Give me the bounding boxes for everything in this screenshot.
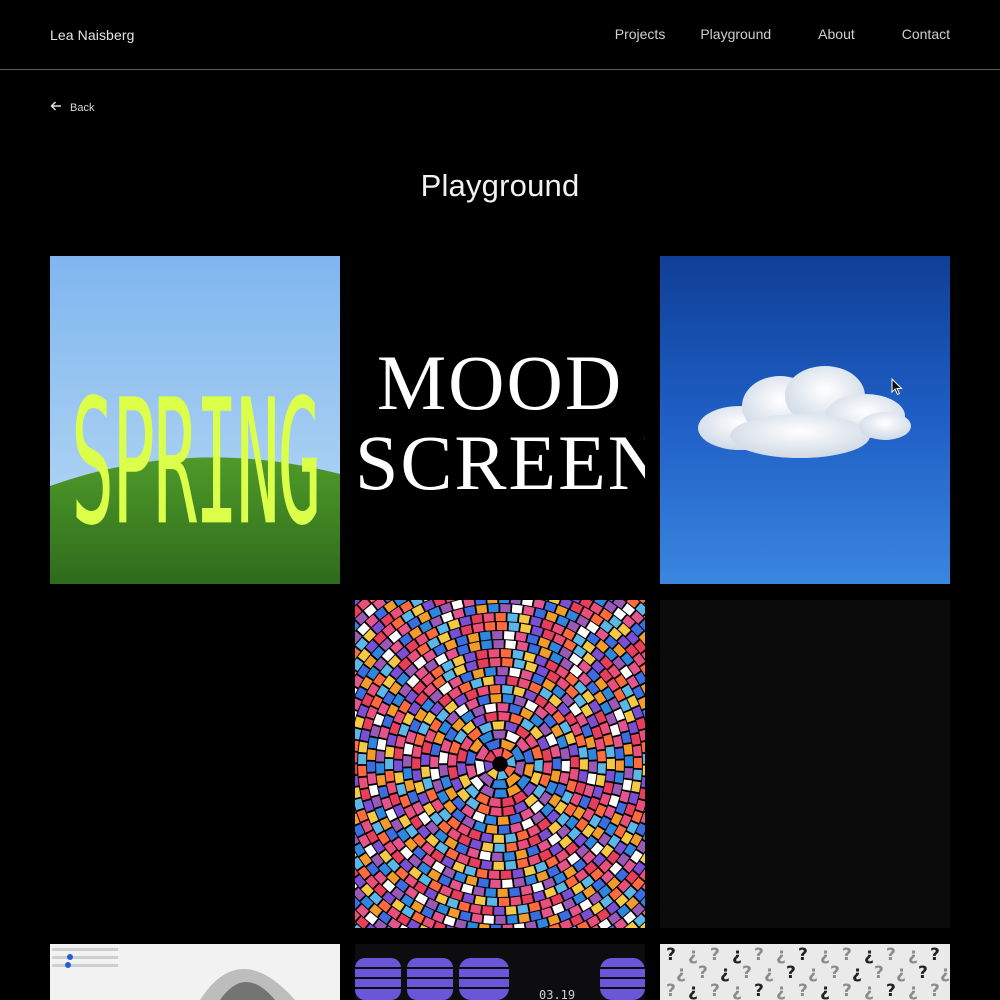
svg-text:?: ? [930, 981, 940, 1000]
cursor-icon [891, 377, 903, 396]
project-tile-blank[interactable] [50, 600, 340, 928]
svg-text:?: ? [798, 981, 808, 1000]
site-logo[interactable]: Lea Naisberg [50, 27, 134, 43]
project-tile-cloud[interactable] [660, 256, 950, 584]
project-tile-dots[interactable] [50, 944, 340, 1000]
svg-text:¿: ¿ [720, 963, 730, 983]
svg-text:¿: ¿ [688, 981, 698, 1000]
spiral-image [355, 600, 645, 928]
svg-text:?: ? [874, 963, 884, 983]
svg-text:?: ? [842, 945, 852, 965]
svg-text:?: ? [830, 963, 840, 983]
svg-text:¿: ¿ [908, 945, 918, 965]
svg-text:?: ? [742, 963, 752, 983]
project-tile-spiral[interactable] [355, 600, 645, 928]
svg-text:?: ? [710, 945, 720, 965]
svg-text:?: ? [886, 981, 896, 1000]
poster-date: 03.19 [539, 988, 576, 1000]
svg-text:¿: ¿ [764, 963, 774, 983]
mood-line1: MOOD [376, 339, 624, 426]
svg-text:¿: ¿ [908, 981, 918, 1000]
nav-playground[interactable]: Playground [700, 26, 771, 42]
svg-text:?: ? [666, 981, 676, 1000]
poster-image [355, 944, 645, 1000]
svg-text:¿: ¿ [808, 963, 818, 983]
project-tile-dark[interactable] [660, 600, 950, 928]
spring-image: SPRING [50, 256, 340, 584]
project-tile-mood-screen[interactable]: MOOD SCREEN [355, 256, 645, 584]
page-title: Playground [420, 168, 580, 203]
svg-text:?: ? [798, 945, 808, 965]
back-label: Back [70, 101, 95, 114]
svg-text:¿: ¿ [776, 945, 786, 965]
svg-text:¿: ¿ [896, 963, 906, 983]
main-nav: Projects Playground About Contact [615, 26, 950, 42]
svg-text:¿: ¿ [676, 963, 686, 983]
spring-text: SPRING [71, 363, 319, 564]
dots-image [50, 944, 340, 1000]
cloud-image [660, 256, 950, 584]
svg-text:?: ? [886, 945, 896, 965]
svg-text:¿: ¿ [688, 945, 698, 965]
svg-text:¿: ¿ [732, 981, 742, 1000]
svg-text:¿: ¿ [732, 945, 742, 965]
svg-text:¿: ¿ [940, 963, 950, 983]
arrow-left-icon [50, 100, 62, 115]
svg-text:?: ? [698, 963, 708, 983]
svg-text:?: ? [754, 945, 764, 965]
nav-contact[interactable]: Contact [902, 26, 950, 42]
svg-text:?: ? [710, 981, 720, 1000]
svg-text:?: ? [754, 981, 764, 1000]
svg-text:?: ? [842, 981, 852, 1000]
svg-text:?: ? [930, 945, 940, 965]
project-tile-questions[interactable]: ? ¿? ¿? ¿? ¿? ¿? ¿? ¿? ¿? ¿? ¿? ¿? ¿? ¿? ¿? ¿? ¿? ¿? ¿? ¿? [660, 944, 950, 1000]
svg-text:?: ? [918, 963, 928, 983]
nav-projects[interactable]: Projects [615, 26, 666, 42]
svg-text:¿: ¿ [864, 981, 874, 1000]
svg-text:¿: ¿ [820, 981, 830, 1000]
svg-text:¿: ¿ [864, 945, 874, 965]
svg-text:¿: ¿ [820, 945, 830, 965]
svg-text:?: ? [666, 945, 676, 965]
svg-text:?: ? [786, 963, 796, 983]
site-header: Lea Naisberg Projects Playground About C… [0, 0, 1000, 70]
question-marks-image: ? ¿? ¿? ¿? ¿? ¿? ¿ ?¿? ¿? ¿? ¿? ¿? ¿? ¿? ¿? ¿? ¿? ¿? ¿? ¿? [660, 944, 950, 1000]
svg-text:¿: ¿ [776, 981, 786, 1000]
mood-line2: SCREEN [355, 419, 645, 506]
project-tile-spring[interactable]: SPRING [50, 256, 340, 584]
project-tile-poster[interactable]: 03.19 [355, 944, 645, 1000]
back-link[interactable]: Back [50, 100, 94, 115]
nav-about[interactable]: About [818, 26, 855, 42]
svg-text:¿: ¿ [852, 963, 862, 983]
